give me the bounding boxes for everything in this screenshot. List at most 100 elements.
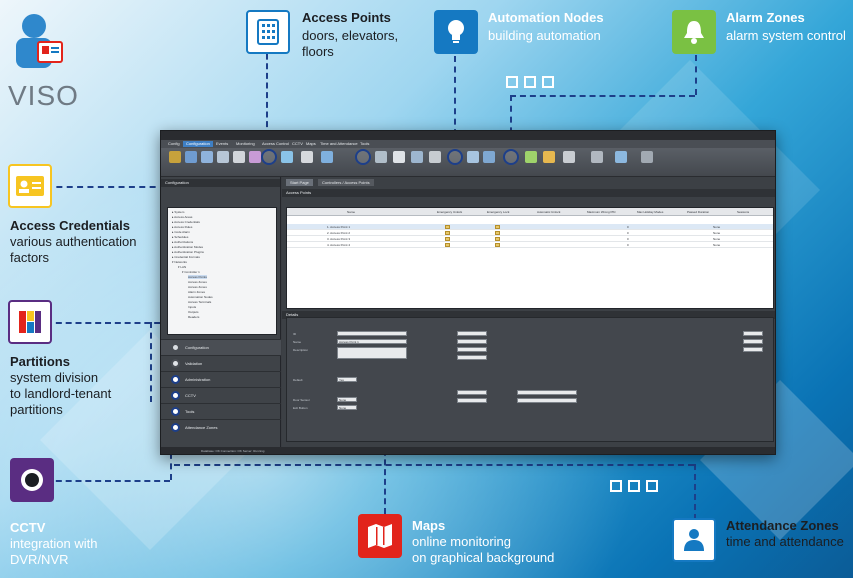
access-points-grid[interactable]: Name Emergency Unlock Emergency Lock Aut… xyxy=(286,207,774,309)
ribbon-button[interactable] xyxy=(525,151,537,163)
nav-configuration[interactable]: Configuration xyxy=(161,339,281,355)
field-label: Exit Button xyxy=(293,406,308,410)
option-input[interactable] xyxy=(457,355,487,360)
table-row[interactable]: 4. Access Point 4 0 None xyxy=(287,242,773,248)
menu-item[interactable]: Configuration xyxy=(183,141,213,147)
decor-square xyxy=(646,480,658,492)
field-input[interactable]: Access Point 1 xyxy=(337,339,407,344)
tree-node[interactable]: Inputs xyxy=(188,305,196,309)
column-header[interactable]: Name xyxy=(347,210,355,214)
option-input[interactable] xyxy=(517,390,577,395)
column-header[interactable]: Max Holiday Modes xyxy=(637,210,663,214)
option-input[interactable] xyxy=(457,347,487,352)
tree-node[interactable]: ▾ Networks xyxy=(172,260,187,264)
menu-item[interactable]: Access Control xyxy=(259,141,292,147)
ribbon-button[interactable] xyxy=(543,151,555,163)
ribbon-button[interactable] xyxy=(321,151,333,163)
ribbon-button[interactable] xyxy=(185,151,197,163)
menu-item[interactable]: Time and Attendance xyxy=(317,141,361,147)
column-header[interactable]: Maximum Wrong PIN xyxy=(587,210,615,214)
option-input[interactable] xyxy=(517,398,577,403)
tree-node[interactable]: Alarm Zones xyxy=(188,290,205,294)
connector-alarm xyxy=(695,55,697,95)
ribbon-button[interactable] xyxy=(233,151,245,163)
option-input[interactable] xyxy=(457,390,487,395)
field-input[interactable]: Yes xyxy=(337,377,357,382)
access-points-line-1: doors, elevators, xyxy=(302,28,399,43)
tree-node[interactable]: ▸ System xyxy=(172,210,184,214)
ribbon-button[interactable] xyxy=(393,151,405,163)
ribbon-button[interactable] xyxy=(375,151,387,163)
field-input[interactable] xyxy=(337,347,407,359)
ribbon-button[interactable] xyxy=(429,151,441,163)
ribbon-button[interactable] xyxy=(563,151,575,163)
option-input[interactable] xyxy=(743,339,763,344)
tree-node[interactable]: ▸ Access Credentials xyxy=(172,220,200,224)
option-input[interactable] xyxy=(743,331,763,336)
tree-node[interactable]: ▾ LAN xyxy=(178,265,186,269)
nav-cctv[interactable]: CCTV xyxy=(161,387,281,403)
tree-node[interactable]: Outputs xyxy=(188,310,199,314)
tree-node[interactable]: Access Zones xyxy=(188,285,207,289)
tree-node[interactable]: ▸ Authorizations xyxy=(172,240,193,244)
ribbon-button[interactable] xyxy=(591,151,603,163)
menu-item[interactable]: Monitoring xyxy=(233,141,258,147)
tree-node[interactable]: ▸ Authentication Modes xyxy=(172,245,203,249)
tree-node[interactable]: Access Terminals xyxy=(188,300,211,304)
column-header[interactable]: Emergency Unlock xyxy=(437,210,462,214)
ribbon-button[interactable] xyxy=(483,151,495,163)
tree-node[interactable]: Readers xyxy=(188,315,199,319)
tree-node[interactable]: ▸ Access Areas xyxy=(172,215,192,219)
option-input[interactable] xyxy=(457,331,487,336)
field-input[interactable]: None xyxy=(337,397,357,402)
tree-node[interactable]: Automation Nodes xyxy=(188,295,213,299)
row-flag xyxy=(445,231,450,235)
tree-node[interactable]: ▸ Authentication Plugins xyxy=(172,250,204,254)
access-credentials-line-2: factors xyxy=(10,250,50,265)
field-label: Description xyxy=(293,348,309,352)
partitions-line-2: to landlord-tenant xyxy=(10,386,112,401)
row-flag xyxy=(445,237,450,241)
menu-item[interactable]: Events xyxy=(213,141,231,147)
nav-administration[interactable]: Administration xyxy=(161,371,281,387)
nav-tools[interactable]: Tools xyxy=(161,403,281,419)
tree-node[interactable]: ▸ Code Alarm xyxy=(172,230,190,234)
menu-item[interactable]: Tools xyxy=(357,141,372,147)
ribbon-button[interactable] xyxy=(201,151,213,163)
ribbon-button[interactable] xyxy=(281,151,293,163)
tab-start-page[interactable]: Start Page xyxy=(286,179,313,186)
option-input[interactable] xyxy=(743,347,763,352)
field-input[interactable]: None xyxy=(337,405,357,410)
column-header[interactable]: Passed Duration xyxy=(687,210,709,214)
automation-nodes-line-1: building automation xyxy=(488,28,601,43)
tree-node[interactable]: ▸ Schedules xyxy=(172,235,188,239)
field-input[interactable] xyxy=(337,331,407,336)
tree-node[interactable]: ▸ Access Rules xyxy=(172,225,192,229)
tree-node[interactable]: ▾ Controller 1 xyxy=(182,270,200,274)
window-titlebar xyxy=(161,131,775,140)
row-name: 4. Access Point 4 xyxy=(327,243,351,247)
column-header[interactable]: Automatic Unlock xyxy=(537,210,560,214)
menu-item[interactable]: Config xyxy=(165,141,183,147)
option-input[interactable] xyxy=(457,398,487,403)
door-panel-icon xyxy=(246,10,290,54)
ribbon-button[interactable] xyxy=(411,151,423,163)
column-header[interactable]: Sessions xyxy=(737,210,749,214)
ribbon-button[interactable] xyxy=(641,151,653,163)
ribbon-button[interactable] xyxy=(467,151,479,163)
tab-controllers[interactable]: Controllers / Access Points xyxy=(318,179,374,186)
ribbon-button[interactable] xyxy=(217,151,229,163)
option-input[interactable] xyxy=(457,339,487,344)
ribbon-button[interactable] xyxy=(249,151,261,163)
nav-validation[interactable]: Validation xyxy=(161,355,281,371)
tree-node[interactable]: ▸ Credential Formats xyxy=(172,255,200,259)
ribbon-button[interactable] xyxy=(169,151,181,163)
column-header[interactable]: Emergency Lock xyxy=(487,210,509,214)
connector-attendance-v xyxy=(694,464,696,520)
configuration-tree[interactable]: ▸ System ▸ Access Areas ▸ Access Credent… xyxy=(167,207,277,335)
nav-attendance[interactable]: Attendance Zones xyxy=(161,419,281,435)
tree-node[interactable]: Access Points xyxy=(188,275,207,279)
tree-node[interactable]: Access Zones xyxy=(188,280,207,284)
ribbon-button[interactable] xyxy=(301,151,313,163)
ribbon-button[interactable] xyxy=(615,151,627,163)
